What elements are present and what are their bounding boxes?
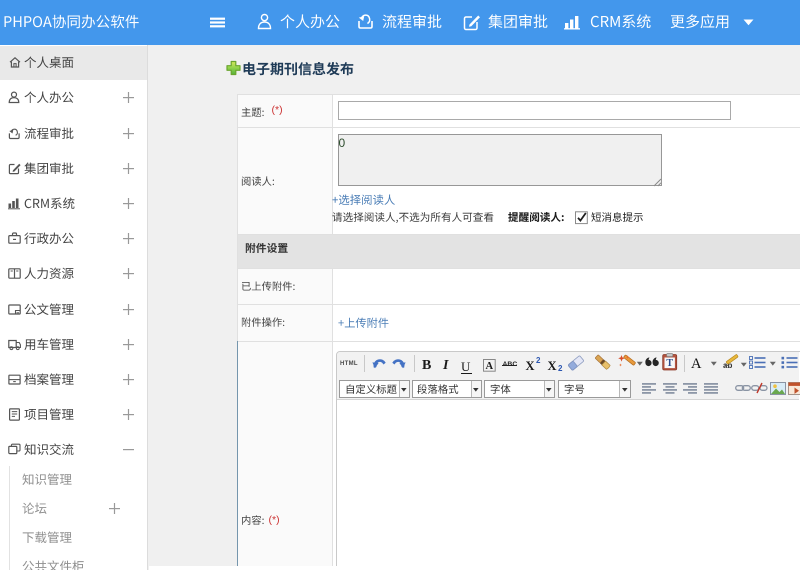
svg-text:T: T [666,358,673,369]
svg-text:A: A [486,361,494,372]
